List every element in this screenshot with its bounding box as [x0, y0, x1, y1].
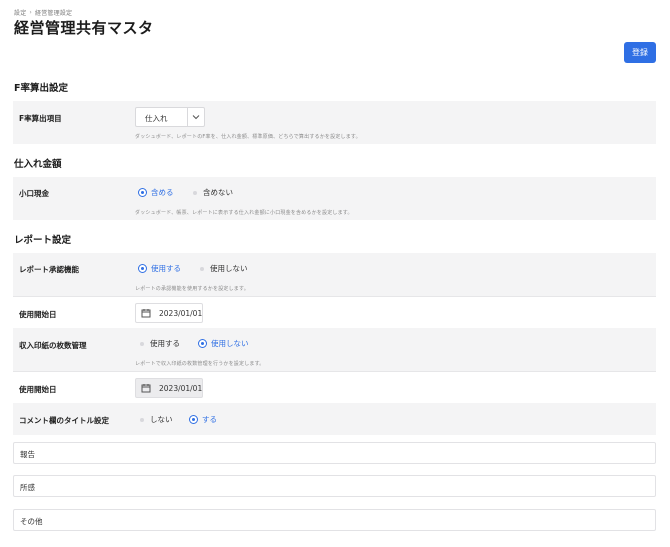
section-title-f-rate: F率算出設定: [14, 83, 68, 94]
radio-exclude[interactable]: 含めない: [191, 187, 233, 198]
start-date-value-2: 2023/01/01: [159, 384, 203, 393]
radio-checked-icon: [198, 339, 207, 348]
breadcrumb-current: 経営管理設定: [35, 10, 73, 17]
comment-title-value: その他: [20, 517, 43, 526]
radio-unchecked-icon: [200, 266, 204, 271]
petty-cash-desc: ダッシュボード、帳票、レポートに表示する仕入れ金額に小口現金を含めるかを設定しま…: [135, 210, 353, 216]
radio-comment-no[interactable]: しない: [138, 414, 173, 425]
f-rate-desc: ダッシュボード、レポートのF率を、仕入れ金額、標準原価、どちらで算出するかを設定…: [135, 134, 361, 140]
comment-title-label: コメント欄のタイトル設定: [19, 416, 109, 425]
radio-stamp-use[interactable]: 使用する: [138, 338, 180, 349]
start-date-label-1: 使用開始日: [19, 310, 57, 319]
comment-title-input-2[interactable]: 所感: [13, 475, 656, 497]
radio-unchecked-icon: [140, 417, 144, 422]
breadcrumb-root[interactable]: 設定: [14, 10, 26, 17]
calendar-icon: [141, 309, 151, 318]
radio-stamp-nouse[interactable]: 使用しない: [198, 338, 249, 349]
section-title-purchase: 仕入れ金額: [14, 159, 62, 170]
chevron-down-icon: [192, 115, 200, 120]
radio-approval-nouse[interactable]: 使用しない: [198, 263, 248, 274]
start-date-row-2: 使用開始日 2023/01/01: [13, 371, 656, 403]
start-date-row-1: 使用開始日 2023/01/01: [13, 296, 656, 328]
stamp-label: 収入印紙の枚数管理: [19, 341, 87, 350]
radio-checked-icon: [138, 264, 147, 273]
radio-include[interactable]: 含める: [138, 187, 174, 198]
report-approval-row: レポート承認機能 使用する 使用しない レポートの承認機能を使用するかを設定しま…: [13, 253, 656, 296]
radio-unchecked-icon: [140, 341, 144, 346]
comment-title-input-3[interactable]: その他: [13, 509, 656, 531]
comment-title-value: 報告: [20, 450, 35, 459]
f-rate-select-value: 仕入れ: [145, 114, 168, 123]
comment-title-input-1[interactable]: 報告: [13, 442, 656, 464]
start-date-label-2: 使用開始日: [19, 385, 57, 394]
section-title-report: レポート設定: [14, 235, 72, 246]
calendar-icon: [141, 384, 151, 393]
register-button[interactable]: 登録: [624, 42, 656, 63]
f-rate-row: F率算出項目 仕入れ ダッシュボード、レポートのF率を、仕入れ金額、標準原価、ど…: [13, 101, 656, 144]
f-rate-select[interactable]: 仕入れ: [135, 107, 205, 127]
f-rate-item-label: F率算出項目: [19, 114, 62, 123]
report-approval-desc: レポートの承認機能を使用するかを設定します。: [135, 286, 249, 292]
start-date-value-1: 2023/01/01: [159, 309, 203, 318]
petty-cash-label: 小口現金: [19, 189, 49, 198]
breadcrumb: 設定 › 経営管理設定: [14, 8, 72, 17]
start-date-field-1[interactable]: 2023/01/01: [135, 303, 203, 323]
stamp-row: 収入印紙の枚数管理 使用する 使用しない レポートで収入印紙の枚数管理を行うかを…: [13, 328, 656, 371]
breadcrumb-separator-icon: ›: [29, 9, 33, 16]
comment-title-row: コメント欄のタイトル設定 しない する: [13, 403, 656, 435]
petty-cash-row: 小口現金 含める 含めない ダッシュボード、帳票、レポートに表示する仕入れ金額に…: [13, 177, 656, 220]
start-date-field-2[interactable]: 2023/01/01: [135, 378, 203, 398]
stamp-desc: レポートで収入印紙の枚数管理を行うかを設定します。: [135, 361, 265, 367]
radio-approval-use[interactable]: 使用する: [138, 263, 181, 274]
radio-checked-icon: [138, 188, 147, 197]
radio-comment-yes[interactable]: する: [189, 414, 217, 425]
select-divider: [187, 108, 188, 126]
page-title: 経営管理共有マスタ: [14, 19, 154, 37]
comment-title-value: 所感: [20, 483, 35, 492]
radio-checked-icon: [189, 415, 198, 424]
radio-unchecked-icon: [193, 190, 197, 195]
report-approval-label: レポート承認機能: [19, 265, 79, 274]
